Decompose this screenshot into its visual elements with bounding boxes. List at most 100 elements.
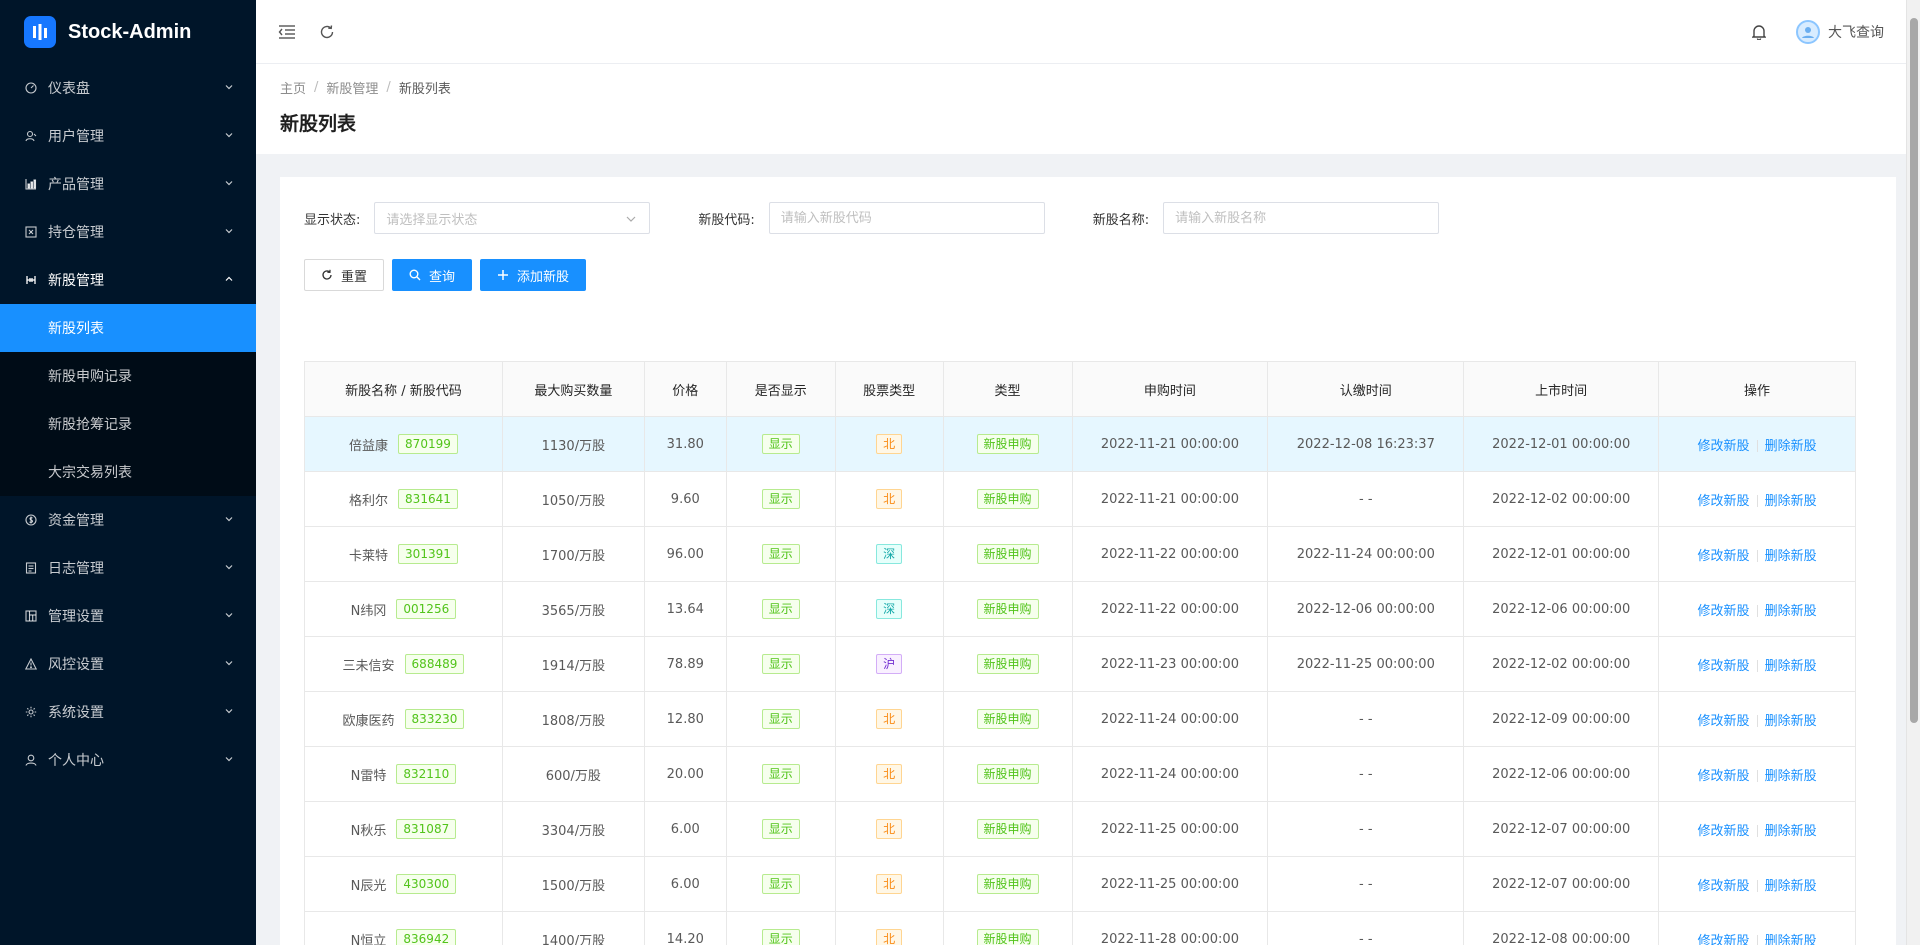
- edit-ipo-link[interactable]: 修改新股: [1698, 439, 1750, 454]
- edit-ipo-link[interactable]: 修改新股: [1698, 494, 1750, 509]
- sidebar-item-1[interactable]: 用户管理: [0, 112, 256, 160]
- name-code-cell: N恒立 836942: [304, 911, 503, 945]
- delete-ipo-link[interactable]: 删除新股: [1765, 549, 1817, 564]
- edit-ipo-link[interactable]: 修改新股: [1698, 549, 1750, 564]
- edit-ipo-link[interactable]: 修改新股: [1698, 659, 1750, 674]
- edit-ipo-link[interactable]: 修改新股: [1698, 714, 1750, 729]
- delete-ipo-link[interactable]: 删除新股: [1765, 439, 1817, 454]
- table-row[interactable]: N恒立 836942 1400/万股 14.20 显示 北 新股申购 2022-11-28 0…: [304, 911, 1856, 945]
- edit-ipo-link[interactable]: 修改新股: [1698, 604, 1750, 619]
- logo[interactable]: Stock-Admin: [0, 0, 256, 64]
- max-quantity-cell: 1050/万股: [501, 471, 645, 527]
- delete-ipo-link[interactable]: 删除新股: [1765, 879, 1817, 894]
- chevron-up-icon: [224, 274, 236, 286]
- pay-time-cell: - -: [1267, 801, 1464, 857]
- table-row[interactable]: 倍益康 870199 1130/万股 31.80 显示 北 新股申购 2022-11-21 0…: [304, 416, 1856, 472]
- sidebar-item-10[interactable]: 个人中心: [0, 736, 256, 784]
- submenu-item-2[interactable]: 新股抢筹记录: [0, 400, 256, 448]
- market-tag: 北: [876, 709, 903, 729]
- table-row[interactable]: 卡莱特 301391 1700/万股 96.00 显示 深 新股申购 2022-11-22 0…: [304, 526, 1856, 582]
- delete-ipo-link[interactable]: 删除新股: [1765, 714, 1817, 729]
- sidebar-item-4[interactable]: 新股管理: [0, 256, 256, 304]
- page-title: 新股列表: [280, 113, 357, 135]
- table-row[interactable]: 格利尔 831641 1050/万股 9.60 显示 北 新股申购 2022-11-21 00…: [304, 471, 1856, 527]
- apply-time-cell: 2022-11-21 00:00:00: [1071, 416, 1268, 472]
- max-quantity-cell: 1808/万股: [501, 691, 645, 747]
- submenu-item-3[interactable]: 大宗交易列表: [0, 448, 256, 496]
- edit-ipo-link[interactable]: 修改新股: [1698, 879, 1750, 894]
- breadcrumb-section[interactable]: 新股管理: [326, 78, 378, 97]
- market-tag: 北: [876, 929, 903, 945]
- market-tag: 北: [876, 819, 903, 839]
- display-tag: 显示: [761, 599, 800, 619]
- status-select[interactable]: 请选择显示状态: [374, 202, 651, 234]
- reset-button[interactable]: 重置: [304, 259, 385, 291]
- table-row[interactable]: 欧康医药 833230 1808/万股 12.80 显示 北 新股申购 2022-11-24 …: [304, 691, 1856, 747]
- bell-icon[interactable]: [1748, 21, 1770, 43]
- type-tag: 新股申购: [976, 709, 1039, 729]
- plus-icon: [497, 269, 509, 281]
- breadcrumb-home[interactable]: 主页: [280, 78, 306, 97]
- sidebar-item-5[interactable]: 资金管理: [0, 496, 256, 544]
- type-tag: 新股申购: [976, 874, 1039, 894]
- menu-fold-icon[interactable]: [276, 21, 298, 43]
- code-input[interactable]: [768, 202, 1045, 234]
- app-title: Stock-Admin: [68, 20, 192, 43]
- scrollbar-thumb[interactable]: [1910, 18, 1918, 723]
- price-cell: 12.80: [643, 691, 727, 747]
- sidebar-item-2[interactable]: 产品管理: [0, 160, 256, 208]
- apply-time-cell: 2022-11-21 00:00:00: [1071, 471, 1268, 527]
- table-row[interactable]: N秋乐 831087 3304/万股 6.00 显示 北 新股申购 2022-11-25 00…: [304, 801, 1856, 857]
- max-quantity-cell: 1130/万股: [501, 416, 645, 472]
- listing-time-cell: 2022-12-02 00:00:00: [1463, 636, 1659, 692]
- table-row[interactable]: 三未信安 688489 1914/万股 78.89 显示 沪 新股申购 2022-11-23 …: [304, 636, 1856, 692]
- user-name[interactable]: 大飞查询: [1828, 22, 1884, 42]
- pay-time-cell: 2022-11-25 00:00:00: [1267, 636, 1464, 692]
- name-input[interactable]: [1163, 202, 1440, 234]
- sidebar-item-3[interactable]: 持仓管理: [0, 208, 256, 256]
- display-tag: 显示: [761, 764, 800, 784]
- apply-time-cell: 2022-11-24 00:00:00: [1071, 746, 1268, 802]
- delete-ipo-link[interactable]: 删除新股: [1765, 659, 1817, 674]
- edit-ipo-link[interactable]: 修改新股: [1698, 769, 1750, 784]
- edit-ipo-link[interactable]: 修改新股: [1698, 824, 1750, 839]
- delete-ipo-link[interactable]: 删除新股: [1765, 604, 1817, 619]
- table-row[interactable]: N雷特 832110 600/万股 20.00 显示 北 新股申购 2022-11-24 00…: [304, 746, 1856, 802]
- delete-ipo-link[interactable]: 删除新股: [1765, 934, 1817, 945]
- submenu-item-1[interactable]: 新股申购记录: [0, 352, 256, 400]
- chevron-down-icon: [224, 226, 236, 238]
- page-scrollbar[interactable]: [1906, 0, 1920, 945]
- edit-ipo-link[interactable]: 修改新股: [1698, 934, 1750, 945]
- table-header-row: 新股名称 / 新股代码 最大购买数量 价格 是否显示 股票类型 类型 申购时间 认缴时间 上市时…: [304, 361, 1856, 417]
- type-tag: 新股申购: [976, 544, 1039, 564]
- avatar[interactable]: [1796, 19, 1820, 44]
- market-cell: 北: [834, 471, 944, 527]
- delete-ipo-link[interactable]: 删除新股: [1765, 769, 1817, 784]
- sidebar-item-0[interactable]: 仪表盘: [0, 64, 256, 112]
- person-icon: [24, 753, 38, 767]
- delete-ipo-link[interactable]: 删除新股: [1765, 824, 1817, 839]
- table-row[interactable]: N辰光 430300 1500/万股 6.00 显示 北 新股申购 2022-11-25 00…: [304, 856, 1856, 912]
- price-cell: 13.64: [643, 581, 727, 637]
- max-quantity-cell: 1914/万股: [501, 636, 645, 692]
- table-row[interactable]: N纬冈 001256 3565/万股 13.64 显示 深 新股申购 2022-11-22 0…: [304, 581, 1856, 637]
- refresh-icon[interactable]: [316, 21, 338, 43]
- sidebar-item-7[interactable]: 管理设置: [0, 592, 256, 640]
- display-tag: 显示: [761, 819, 800, 839]
- sidebar-item-6[interactable]: 日志管理: [0, 544, 256, 592]
- sidebar-item-label: 管理设置: [48, 609, 104, 625]
- market-tag: 深: [876, 599, 903, 619]
- type-tag: 新股申购: [976, 929, 1039, 945]
- delete-ipo-link[interactable]: 删除新股: [1765, 494, 1817, 509]
- price-cell: 31.80: [643, 416, 727, 472]
- sidebar-item-label: 系统设置: [48, 705, 104, 721]
- search-button[interactable]: 查询: [392, 259, 473, 291]
- sidebar-item-9[interactable]: 系统设置: [0, 688, 256, 736]
- apply-time-cell: 2022-11-28 00:00:00: [1071, 911, 1268, 945]
- breadcrumb: 主页 / 新股管理 / 新股列表: [280, 78, 1890, 97]
- submenu-item-0[interactable]: 新股列表: [0, 304, 256, 352]
- sidebar-item-8[interactable]: 风控设置: [0, 640, 256, 688]
- chevron-down-icon: [224, 82, 236, 94]
- add-ipo-button[interactable]: 添加新股: [480, 259, 587, 291]
- display-cell: 显示: [725, 801, 836, 857]
